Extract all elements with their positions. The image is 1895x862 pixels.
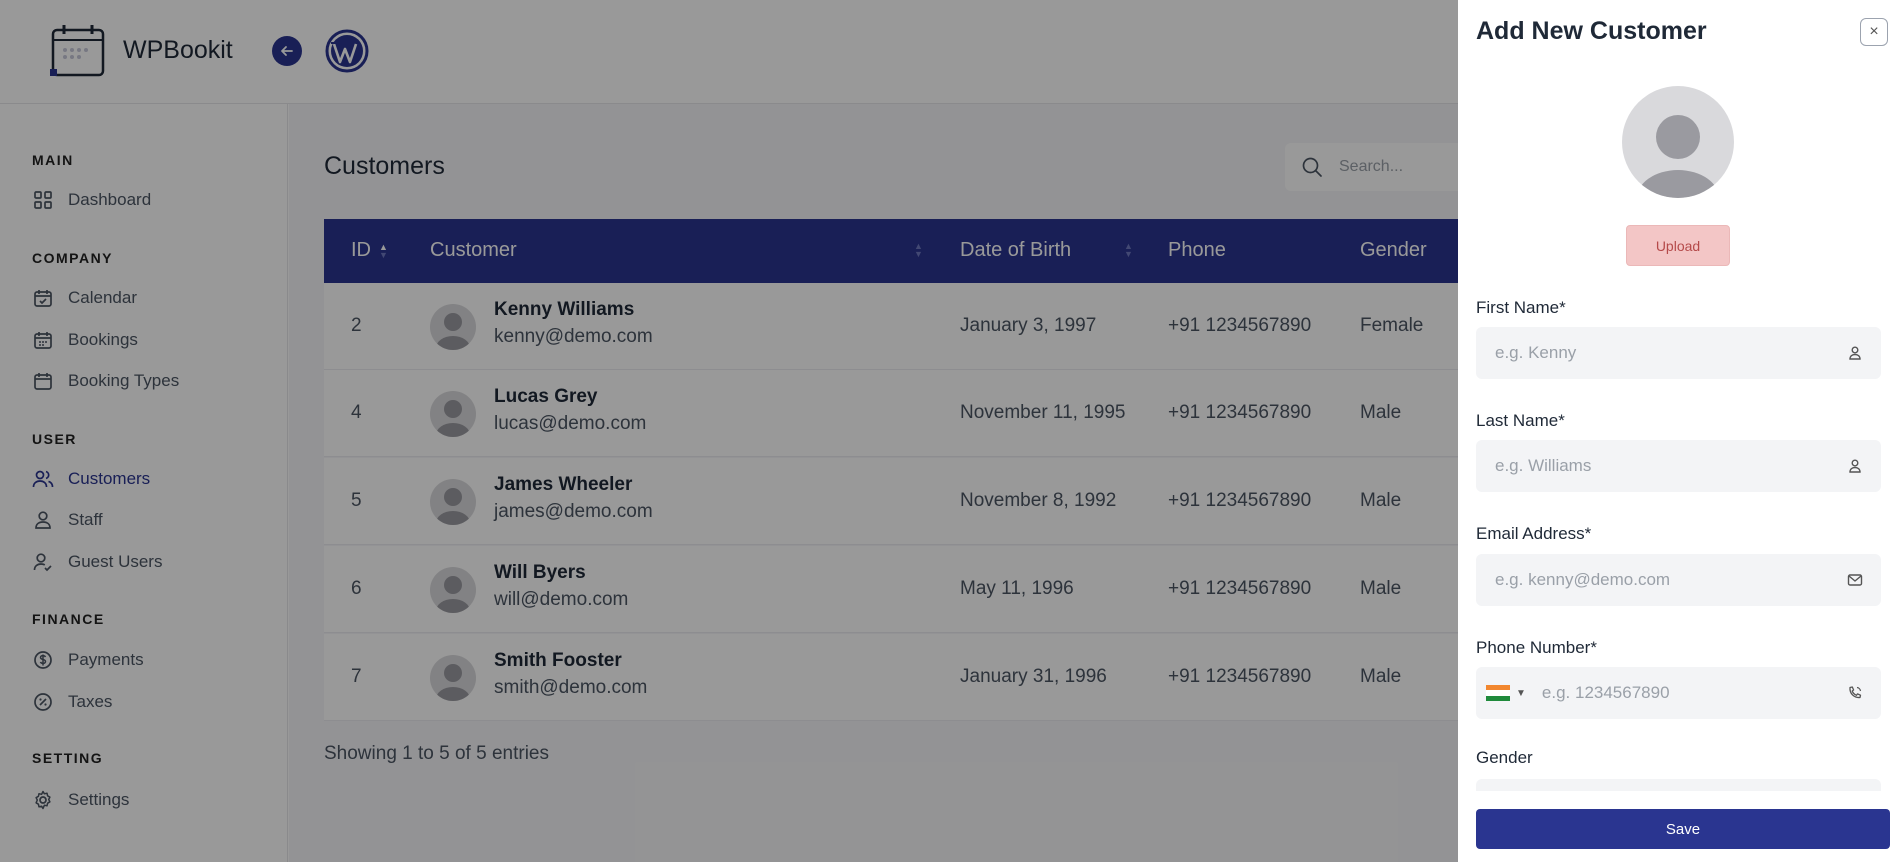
first-name-input[interactable] <box>1495 343 1845 363</box>
phone-icon <box>1845 683 1865 703</box>
add-customer-drawer: Add New Customer × Upload First Name* La… <box>1458 0 1895 862</box>
mail-icon <box>1845 570 1865 590</box>
last-name-field[interactable] <box>1476 440 1881 492</box>
user-icon <box>1845 456 1865 476</box>
last-name-label: Last Name* <box>1476 411 1565 430</box>
modal-backdrop[interactable] <box>0 0 1458 862</box>
drawer-title: Add New Customer <box>1476 17 1707 45</box>
first-name-label: First Name* <box>1476 298 1566 317</box>
phone-label: Phone Number* <box>1476 638 1597 657</box>
close-button[interactable]: × <box>1860 18 1888 46</box>
email-input[interactable] <box>1495 570 1845 590</box>
gender-select[interactable] <box>1476 779 1881 791</box>
email-label: Email Address* <box>1476 524 1592 543</box>
gender-label: Gender <box>1476 748 1533 767</box>
phone-field[interactable]: ▼ <box>1476 667 1881 719</box>
save-button[interactable]: Save <box>1476 809 1890 849</box>
india-flag-icon[interactable] <box>1486 685 1510 701</box>
user-icon <box>1845 343 1865 363</box>
first-name-field[interactable] <box>1476 327 1881 379</box>
profile-image-placeholder <box>1622 86 1734 198</box>
phone-input[interactable] <box>1541 683 1845 703</box>
upload-button[interactable]: Upload <box>1626 225 1730 266</box>
close-icon: × <box>1869 23 1879 40</box>
email-field[interactable] <box>1476 554 1881 606</box>
last-name-input[interactable] <box>1495 456 1845 476</box>
chevron-down-icon[interactable]: ▼ <box>1516 688 1526 699</box>
